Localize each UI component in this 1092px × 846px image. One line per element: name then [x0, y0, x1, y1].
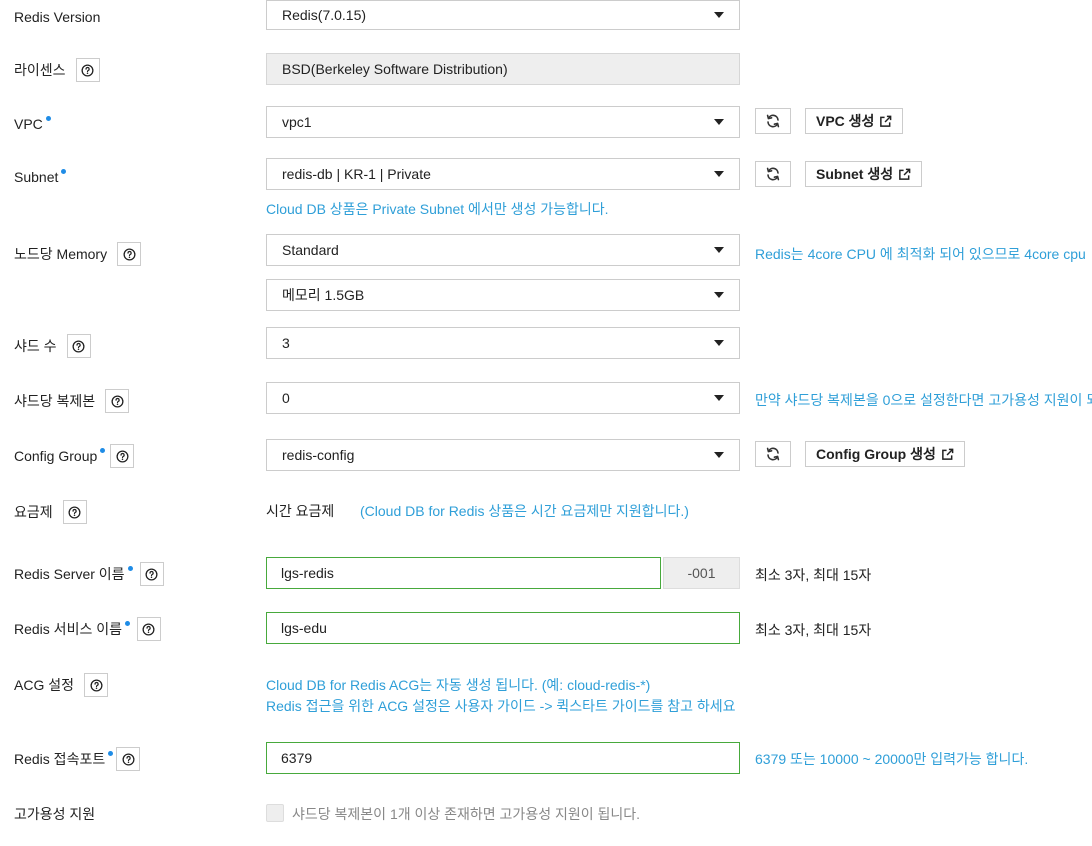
node-memory-label: 노드당 Memory	[14, 242, 142, 266]
memory-select[interactable]: 메모리 1.5GB	[266, 279, 740, 311]
caret-down-icon	[714, 340, 724, 346]
pricing-note: (Cloud DB for Redis 상품은 시간 요금제만 지원합니다.)	[360, 503, 689, 519]
caret-down-icon	[714, 119, 724, 125]
caret-down-icon	[714, 171, 724, 177]
required-dot-icon	[127, 565, 133, 571]
question-circle-icon[interactable]	[84, 673, 108, 697]
question-circle-icon[interactable]	[62, 500, 87, 524]
server-name-suffix: -001	[663, 557, 740, 589]
caret-down-icon	[714, 247, 724, 253]
refresh-icon	[765, 166, 781, 182]
service-name-input[interactable]: lgs-edu	[266, 612, 740, 644]
vpc-refresh-button[interactable]	[755, 108, 791, 134]
required-dot-icon	[100, 447, 106, 453]
required-dot-icon	[45, 115, 51, 121]
server-type-select[interactable]: Standard	[266, 234, 740, 266]
server-name-hint: 최소 3자, 최대 15자	[755, 567, 872, 583]
question-circle-icon[interactable]	[139, 562, 164, 586]
shard-replica-select[interactable]: 0	[266, 382, 740, 414]
config-group-refresh-button[interactable]	[755, 441, 791, 467]
pricing-value: 시간 요금제	[266, 503, 335, 519]
external-link-icon	[898, 168, 911, 181]
shard-count-select[interactable]: 3	[266, 327, 740, 359]
subnet-label: Subnet	[14, 168, 67, 185]
redis-version-select[interactable]: Redis(7.0.15)	[266, 0, 740, 30]
question-circle-icon[interactable]	[117, 242, 142, 266]
external-link-icon	[879, 115, 892, 128]
vpc-label: VPC	[14, 115, 51, 132]
required-dot-icon	[108, 750, 114, 756]
question-circle-icon[interactable]	[75, 58, 100, 82]
question-circle-icon[interactable]	[110, 444, 135, 468]
question-circle-icon[interactable]	[136, 617, 161, 641]
vpc-select[interactable]: vpc1	[266, 106, 740, 138]
required-dot-icon	[124, 620, 130, 626]
license-field: BSD(Berkeley Software Distribution)	[266, 53, 740, 85]
refresh-icon	[765, 113, 781, 129]
caret-down-icon	[714, 292, 724, 298]
service-name-label: Redis 서비스 이름	[14, 617, 161, 641]
pricing-label: 요금제	[14, 500, 87, 524]
vpc-create-button[interactable]: VPC 생성	[805, 108, 904, 134]
server-name-input[interactable]: lgs-redis	[266, 557, 661, 589]
redis-version-label: Redis Version	[14, 9, 101, 25]
config-group-select[interactable]: redis-config	[266, 439, 740, 471]
config-group-create-button[interactable]: Config Group 생성	[805, 441, 965, 467]
question-circle-icon[interactable]	[105, 389, 130, 413]
acg-hint-line2: Redis 접근을 위한 ACG 설정은 사용자 가이드 -> 퀵스타트 가이드…	[266, 698, 736, 714]
ha-checkbox-label: 샤드당 복제본이 1개 이상 존재하면 고가용성 지원이 됩니다.	[292, 806, 641, 822]
acg-hint-line1: Cloud DB for Redis ACG는 자동 생성 됩니다. (예: c…	[266, 677, 651, 693]
service-name-hint: 최소 3자, 최대 15자	[755, 622, 872, 638]
required-dot-icon	[61, 168, 67, 174]
question-circle-icon[interactable]	[116, 747, 141, 771]
shard-replica-hint: 만약 샤드당 복제본을 0으로 설정한다면 고가용성 지원이 되	[755, 392, 1092, 408]
license-label: 라이센스	[14, 58, 100, 82]
ha-label: 고가용성 지원	[14, 806, 96, 822]
port-label: Redis 접속포트	[14, 747, 141, 771]
question-circle-icon[interactable]	[66, 334, 91, 358]
caret-down-icon	[714, 452, 724, 458]
caret-down-icon	[714, 395, 724, 401]
external-link-icon	[941, 448, 954, 461]
subnet-select[interactable]: redis-db | KR-1 | Private	[266, 158, 740, 190]
port-hint: 6379 또는 10000 ~ 20000만 입력가능 합니다.	[755, 751, 1029, 767]
server-name-label: Redis Server 이름	[14, 562, 164, 586]
shard-replica-label: 샤드당 복제본	[14, 389, 130, 413]
subnet-refresh-button[interactable]	[755, 161, 791, 187]
acg-label: ACG 설정	[14, 673, 108, 697]
node-memory-hint: Redis는 4core CPU 에 최적화 되어 있으므로 4core cpu	[755, 246, 1086, 262]
subnet-create-button[interactable]: Subnet 생성	[805, 161, 923, 187]
config-group-label: Config Group	[14, 444, 135, 468]
subnet-hint: Cloud DB 상품은 Private Subnet 에서만 생성 가능합니다…	[266, 201, 609, 217]
port-input[interactable]: 6379	[266, 742, 740, 774]
ha-checkbox[interactable]	[266, 804, 284, 822]
shard-count-label: 샤드 수	[14, 334, 91, 358]
caret-down-icon	[714, 12, 724, 18]
refresh-icon	[765, 446, 781, 462]
